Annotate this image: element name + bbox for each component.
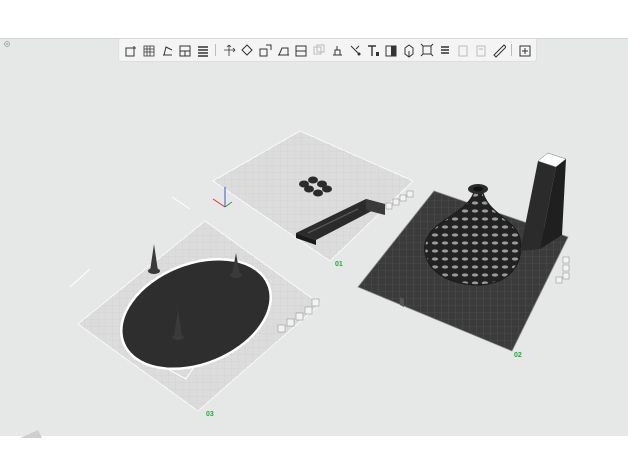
plate-03[interactable]: 03 [69,196,321,418]
plate-01-label: 01 [335,261,343,268]
plate-scene[interactable]: 01 02 03 [0,39,628,437]
plate-02-label: 02 [514,352,522,359]
3d-viewport[interactable]: 01 02 03 [0,38,628,438]
resize-grip-icon[interactable] [20,430,42,438]
handle-model[interactable] [520,152,567,251]
bottom-area [0,436,628,472]
plate-03-label: 03 [206,411,214,418]
plate-01[interactable]: 01 [212,130,414,268]
plate-02-controls[interactable] [555,256,570,284]
